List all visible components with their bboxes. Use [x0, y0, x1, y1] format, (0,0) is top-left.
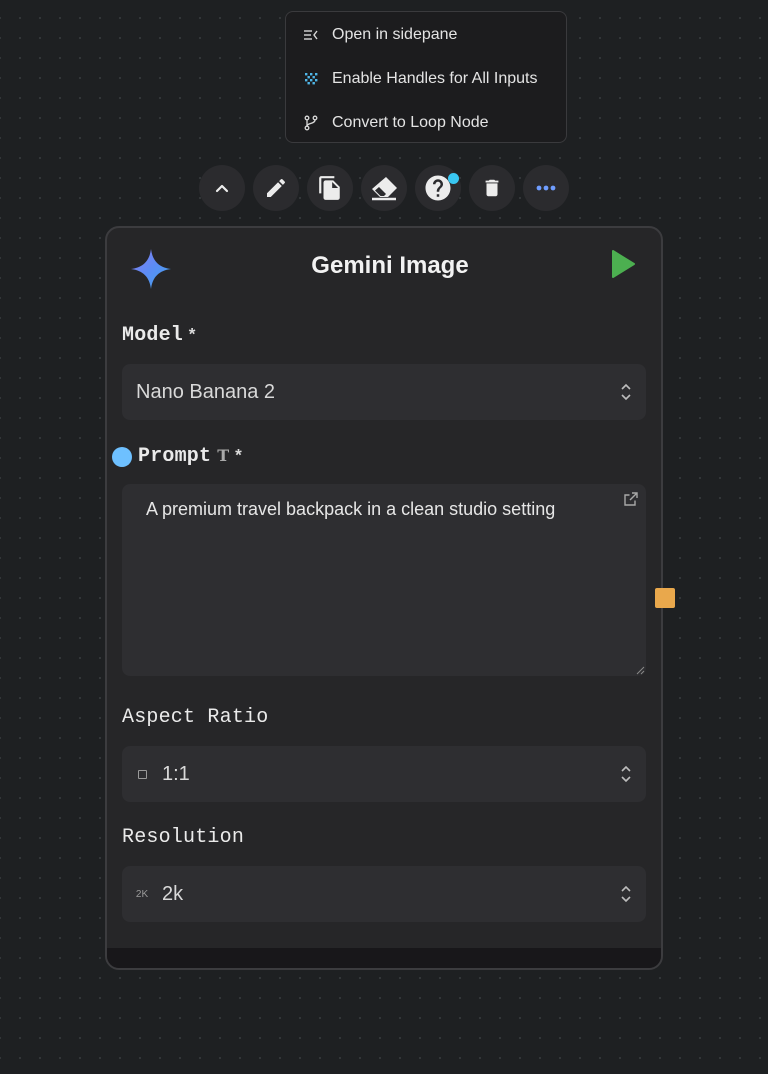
resolution-badge: 2K	[135, 888, 149, 900]
model-select-value: Nano Banana 2	[136, 380, 276, 403]
more-icon	[536, 185, 556, 191]
delete-button[interactable]	[469, 165, 515, 211]
pencil-icon	[267, 178, 286, 197]
external-link-icon[interactable]	[624, 492, 638, 506]
prompt-textarea[interactable]: A premium travel backpack in a clean stu…	[122, 484, 646, 676]
required-mark: *	[233, 448, 244, 467]
edit-button[interactable]	[253, 165, 299, 211]
loop-branch-icon	[303, 115, 319, 131]
clear-button[interactable]	[361, 165, 407, 211]
menu-item-open-in-sidepane[interactable]: Open in sidepane	[286, 13, 566, 57]
node-toolbar	[199, 165, 569, 211]
context-menu: Open in sidepane Enable Handles for All …	[285, 11, 567, 143]
required-mark: *	[187, 327, 198, 346]
collapse-button[interactable]	[199, 165, 245, 211]
image-output-handle[interactable]	[655, 588, 675, 608]
menu-item-label: Convert to Loop Node	[332, 114, 489, 131]
duplicate-button[interactable]	[307, 165, 353, 211]
run-button[interactable]	[609, 248, 637, 280]
prompt-label-text: Prompt	[138, 445, 212, 468]
trash-icon	[485, 179, 499, 197]
eraser-icon	[372, 177, 397, 201]
sidepane-icon	[303, 27, 319, 43]
resolution-value: 2k	[162, 882, 184, 905]
prompt-input-handle[interactable]	[112, 447, 132, 467]
menu-item-convert-to-loop[interactable]: Convert to Loop Node	[286, 101, 566, 145]
resolution-label: Resolution	[122, 826, 245, 849]
chevron-up-down-icon	[621, 885, 631, 903]
aspect-ratio-label: Aspect Ratio	[122, 706, 269, 729]
node-title: Gemini Image	[311, 252, 469, 279]
aspect-ratio-select[interactable]: 1:1	[122, 746, 646, 802]
text-type-icon: T	[217, 446, 230, 465]
copy-icon	[319, 176, 340, 200]
gemini-image-node[interactable]: Gemini Image Model * Nano Banana 2 Prompt…	[105, 226, 663, 970]
help-button[interactable]	[415, 165, 461, 211]
model-label: Model *	[122, 324, 197, 347]
model-label-text: Model	[122, 324, 184, 347]
prompt-text: A premium travel backpack in a clean stu…	[146, 499, 556, 519]
chevron-up-down-icon	[621, 383, 631, 401]
square-icon	[136, 769, 148, 779]
menu-item-enable-handles[interactable]: Enable Handles for All Inputs	[286, 57, 566, 101]
resize-grip-icon[interactable]	[636, 666, 645, 675]
notification-dot	[448, 173, 459, 184]
chevron-up-icon	[215, 184, 229, 193]
node-footer	[107, 948, 661, 968]
menu-item-label: Open in sidepane	[332, 26, 458, 43]
handles-grid-icon	[303, 71, 319, 87]
model-select[interactable]: Nano Banana 2	[122, 364, 646, 420]
aspect-ratio-value: 1:1	[162, 762, 190, 785]
more-options-button[interactable]	[523, 165, 569, 211]
chevron-up-down-icon	[621, 765, 631, 783]
resolution-select[interactable]: 2K 2k	[122, 866, 646, 922]
menu-item-label: Enable Handles for All Inputs	[332, 70, 538, 87]
prompt-label: Prompt T *	[138, 445, 244, 468]
